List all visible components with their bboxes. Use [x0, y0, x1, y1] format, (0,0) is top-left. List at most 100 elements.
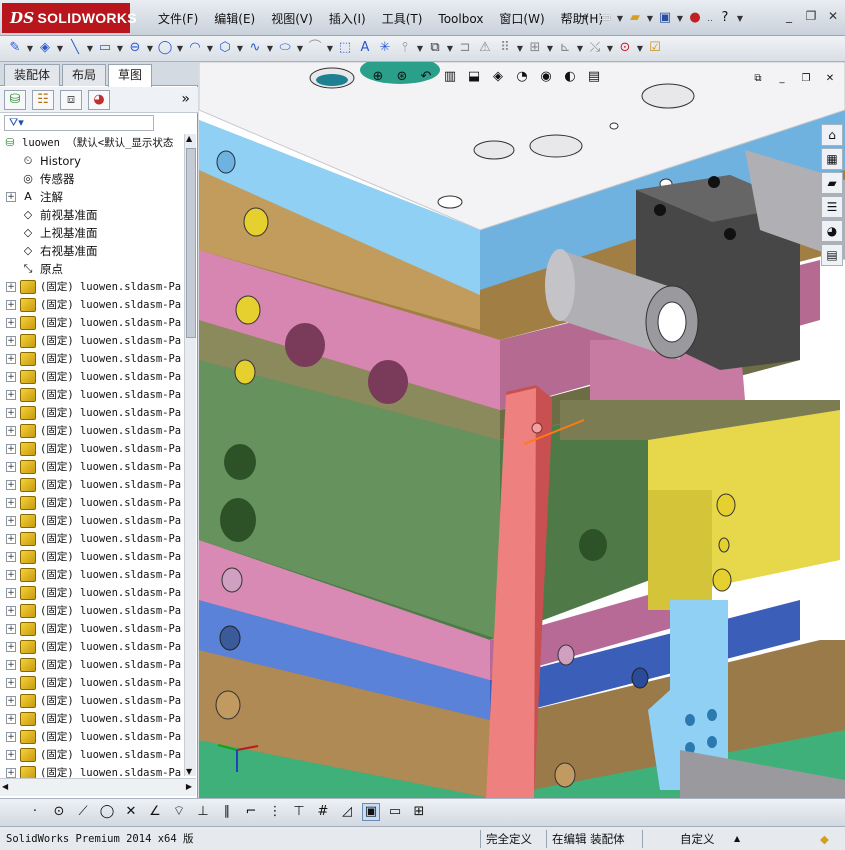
tab-layout[interactable]: 布局 [62, 64, 107, 86]
tree-hscrollbar[interactable]: ◀ ▶ [0, 778, 196, 796]
expand-toggle[interactable]: + [6, 588, 16, 598]
expand-toggle[interactable]: + [6, 534, 16, 544]
expand-toggle[interactable]: + [6, 642, 16, 652]
tree-item[interactable]: ◎ 传感器 [0, 170, 74, 188]
expand-toggle[interactable]: + [6, 354, 16, 364]
expand-toggle[interactable]: + [6, 552, 16, 562]
tab-assembly[interactable]: 装配体 [4, 64, 61, 86]
chevron-down-icon[interactable]: ▼ [296, 44, 304, 53]
chevron-down-icon[interactable]: ▼ [546, 44, 554, 53]
grid-icon[interactable]: # [314, 803, 332, 821]
tree-part-item[interactable]: + (固定) luowen.sldasm-Pa [0, 674, 181, 692]
tree-part-item[interactable]: + (固定) luowen.sldasm-Pa [0, 278, 181, 296]
tangent-icon[interactable]: ⌔ [170, 803, 188, 821]
expand-toggle[interactable]: + [6, 318, 16, 328]
tree-part-item[interactable]: + (固定) luowen.sldasm-Pa [0, 314, 181, 332]
tab-sketch[interactable]: 草图 [108, 64, 153, 87]
parallel-icon[interactable]: ∥ [218, 803, 236, 821]
tree-part-item[interactable]: + (固定) luowen.sldasm-Pa [0, 386, 181, 404]
expand-toggle[interactable]: + [6, 462, 16, 472]
expand-toggle[interactable]: + [6, 480, 16, 490]
polygon-icon[interactable]: ⬡ [216, 39, 234, 57]
repair-sketch-icon[interactable]: ⤯ [586, 39, 604, 57]
tree-part-item[interactable]: + (固定) luowen.sldasm-Pa [0, 602, 181, 620]
home-icon[interactable]: ⌂ [821, 124, 843, 146]
tree-part-item[interactable]: + (固定) luowen.sldasm-Pa [0, 656, 181, 674]
tree-part-item[interactable]: + (固定) luowen.sldasm-Pa [0, 440, 181, 458]
design-library-icon[interactable]: ▦ [821, 148, 843, 170]
chevron-down-icon[interactable]: ▼ [516, 44, 524, 53]
rectangle-icon[interactable]: ▭ [96, 39, 114, 57]
close-button[interactable]: ✕ [825, 8, 841, 24]
chevron-down-icon[interactable]: ▼ [676, 14, 684, 23]
viewport-close-icon[interactable]: ✕ [821, 70, 839, 88]
viewport-split-icon[interactable]: ⧉ [749, 70, 767, 88]
chevron-down-icon[interactable]: ▼ [736, 14, 744, 23]
hide-show-items-icon[interactable]: ◔ [513, 68, 531, 86]
snap-icon[interactable]: ⋮ [266, 803, 284, 821]
table-icon[interactable]: ⊞ [410, 803, 428, 821]
feature-manager-icon[interactable]: ⛁ [4, 90, 26, 110]
chevron-down-icon[interactable]: ▼ [446, 44, 454, 53]
menu-insert[interactable]: 插入(I) [321, 9, 374, 29]
zoom-to-area-icon[interactable]: ⊛ [393, 68, 411, 86]
open-folder-icon[interactable]: ▰ [626, 9, 644, 27]
viewport-restore-icon[interactable]: ❐ [797, 70, 815, 88]
chevron-down-icon[interactable]: ▼ [56, 44, 64, 53]
chevron-down-icon[interactable]: ▼ [326, 44, 334, 53]
chevron-down-icon[interactable]: ▼ [236, 44, 244, 53]
perpendicular-icon[interactable]: ⊥ [194, 803, 212, 821]
section-view-icon[interactable]: ▥ [441, 68, 459, 86]
circle-icon[interactable]: ◯ [156, 39, 174, 57]
view-orientation-icon[interactable]: ⬓ [465, 68, 483, 86]
tag-icon[interactable]: ◆ [820, 831, 829, 847]
expand-toggle[interactable]: + [6, 336, 16, 346]
convert-entities-icon[interactable]: ⧉ [426, 39, 444, 57]
chevron-down-icon[interactable]: ▼ [646, 14, 654, 23]
expand-toggle[interactable]: + [6, 750, 16, 760]
expand-toggle[interactable]: + [6, 426, 16, 436]
expand-toggle[interactable]: + [6, 282, 16, 292]
chevron-down-icon[interactable]: ▼ [146, 44, 154, 53]
tree-part-item[interactable]: + (固定) luowen.sldasm-Pa [0, 332, 181, 350]
expand-toggle[interactable]: + [6, 696, 16, 706]
expand-toggle[interactable]: + [6, 606, 16, 616]
new-document-icon[interactable]: ▭ [596, 9, 614, 27]
graphics-area[interactable]: ⊕ ⊛ ↶ ▥ ⬓ ◈ ◔ ◉ ◐ ▤ ⧉ _ ❐ ✕ [199, 62, 845, 798]
tree-item[interactable]: ⤡ 原点 [0, 260, 63, 278]
restore-button[interactable]: ❐ [803, 8, 819, 24]
line-icon[interactable]: ╲ [66, 39, 84, 57]
expand-toggle[interactable]: + [6, 624, 16, 634]
chevron-down-icon[interactable]: ▼ [116, 44, 124, 53]
scroll-left-icon[interactable]: ◀ [2, 782, 8, 791]
tree-part-item[interactable]: + (固定) luowen.sldasm-Pa [0, 350, 181, 368]
view-settings-icon[interactable]: ▤ [585, 68, 603, 86]
menu-edit[interactable]: 编辑(E) [206, 9, 263, 29]
chevron-down-icon[interactable]: ▼ [266, 44, 274, 53]
tree-part-item[interactable]: + (固定) luowen.sldasm-Pa [0, 638, 181, 656]
menu-tools[interactable]: 工具(T) [374, 9, 431, 29]
unit-chevron-icon[interactable]: ▲ [734, 831, 740, 847]
tree-item[interactable]: ◇ 右视基准面 [0, 242, 98, 260]
edit-appearance-icon[interactable]: ◉ [537, 68, 555, 86]
scroll-up-icon[interactable]: ▲ [186, 134, 192, 143]
viewport-minimize-icon[interactable]: _ [773, 70, 791, 88]
tree-part-item[interactable]: + (固定) luowen.sldasm-Pa [0, 512, 181, 530]
help-icon[interactable]: ? [716, 9, 734, 27]
pin-icon[interactable]: ⌖ [576, 9, 594, 27]
quick-snaps-icon[interactable]: ⊙ [616, 39, 634, 57]
save-icon[interactable]: ▣ [656, 9, 674, 27]
tree-part-item[interactable]: + (固定) luowen.sldasm-Pa [0, 620, 181, 638]
offset-icon[interactable]: ⊐ [456, 39, 474, 57]
expand-toggle[interactable]: + [6, 714, 16, 724]
arc-icon[interactable]: ◠ [186, 39, 204, 57]
menu-file[interactable]: 文件(F) [150, 9, 206, 29]
expand-toggle[interactable]: + [6, 498, 16, 508]
plane-icon[interactable]: ⬚ [336, 39, 354, 57]
smart-dimension-icon[interactable]: ◈ [36, 39, 54, 57]
zoom-to-fit-icon[interactable]: ⊕ [369, 68, 387, 86]
point-icon[interactable]: · [26, 803, 44, 821]
spline-icon[interactable]: ∿ [246, 39, 264, 57]
fillet-icon[interactable]: ⌒ [306, 39, 324, 57]
tree-part-item[interactable]: + (固定) luowen.sldasm-Pa [0, 476, 181, 494]
